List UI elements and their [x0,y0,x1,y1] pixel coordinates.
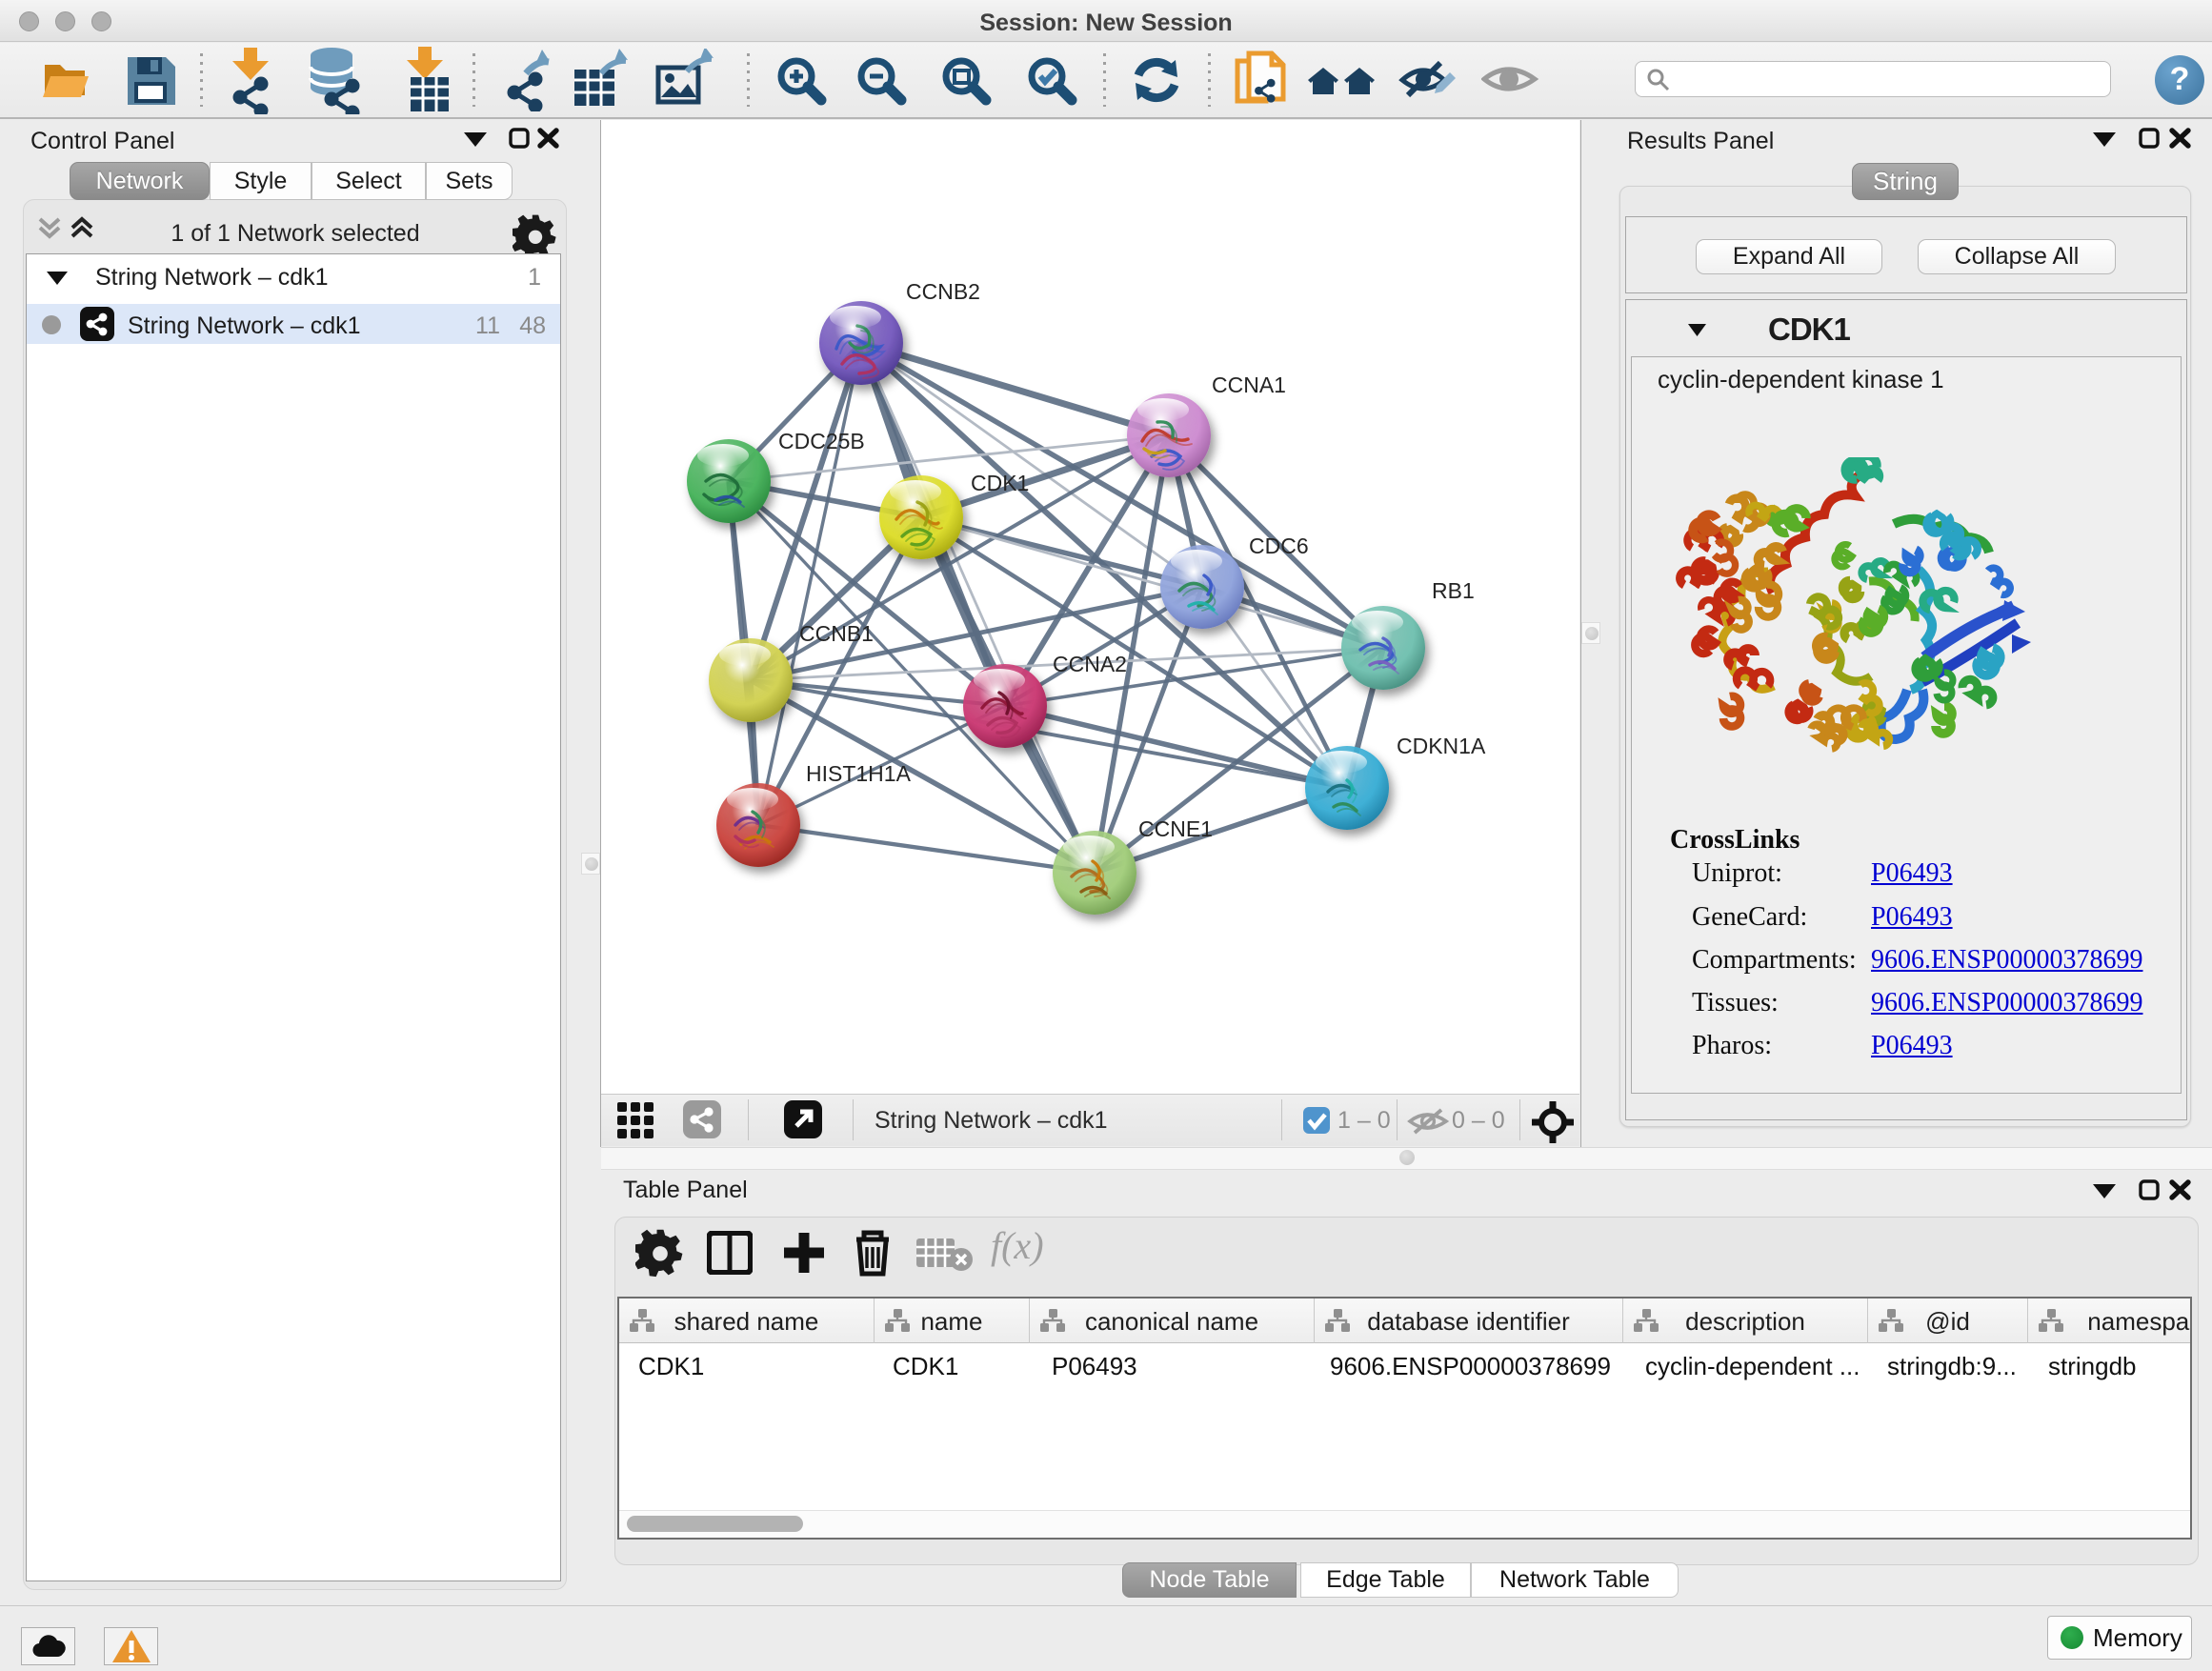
svg-text:RB1: RB1 [1432,578,1475,603]
svg-text:CCNA1: CCNA1 [1212,372,1286,397]
svg-text:CCNA2: CCNA2 [1053,652,1127,676]
svg-text:HIST1H1A: HIST1H1A [806,761,912,786]
svg-text:CDKN1A: CDKN1A [1397,734,1486,758]
svg-text:CDC6: CDC6 [1249,534,1309,558]
svg-text:CCNE1: CCNE1 [1138,816,1213,841]
svg-text:CDC25B: CDC25B [778,429,865,453]
svg-text:CCNB2: CCNB2 [906,279,980,304]
svg-text:CCNB1: CCNB1 [799,621,874,646]
svg-text:CDK1: CDK1 [971,471,1029,495]
